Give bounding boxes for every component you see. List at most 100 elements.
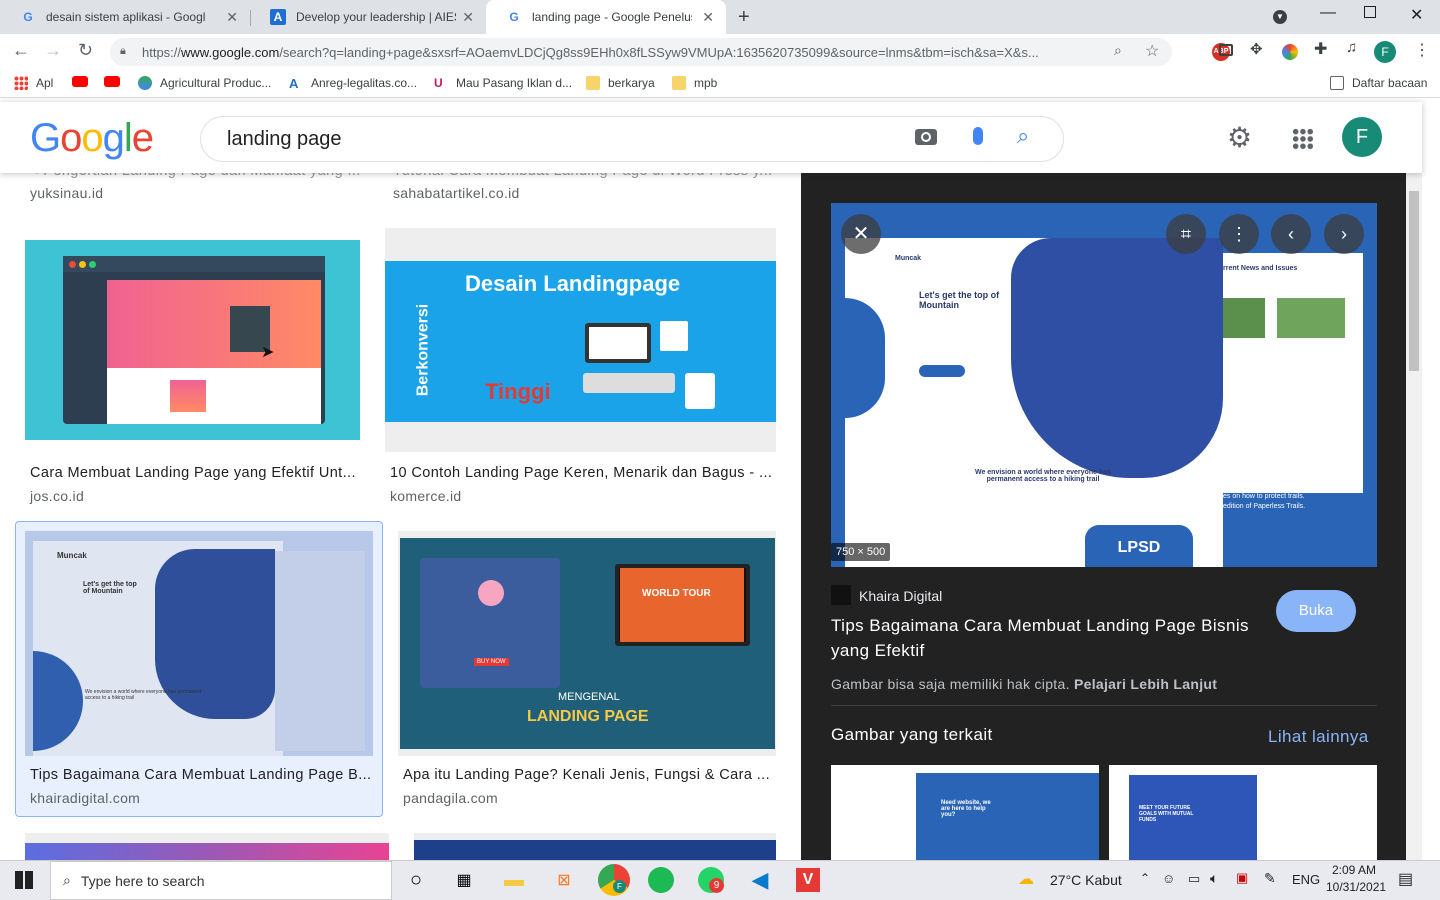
close-tab-icon[interactable]: ✕: [226, 9, 238, 26]
battery-icon[interactable]: ▭: [1188, 871, 1200, 887]
tab-aiesec[interactable]: A Develop your leadership | AIESEC ✕: [250, 0, 486, 34]
bookmark-iklan[interactable]: U Mau Pasang Iklan d...: [434, 76, 572, 90]
result-image-khaira[interactable]: Muncak Let's get the top of Mountain We …: [25, 531, 373, 756]
preview-image[interactable]: Muncak Let's get the top of Mountain We …: [831, 203, 1377, 567]
file-explorer-icon[interactable]: ▬: [500, 866, 528, 894]
task-view-icon[interactable]: ▦: [450, 866, 478, 894]
notification-app-icon[interactable]: ▣: [1236, 870, 1248, 886]
color-extension-icon[interactable]: [1282, 44, 1298, 60]
reload-icon[interactable]: ↻: [78, 40, 93, 61]
scrollbar[interactable]: [1406, 173, 1422, 860]
people-icon[interactable]: ☺: [1162, 871, 1175, 886]
apps-grid-icon[interactable]: [1292, 128, 1314, 150]
result-source[interactable]: yuksinau.id: [30, 185, 103, 201]
minimize-button[interactable]: —: [1320, 4, 1336, 22]
cast-icon[interactable]: [1219, 44, 1233, 56]
bookmark-youtube-2[interactable]: [104, 76, 128, 87]
vivaldi-icon[interactable]: V: [796, 868, 820, 892]
account-avatar[interactable]: F: [1342, 117, 1382, 157]
settings-gear-icon[interactable]: ⚙: [1227, 121, 1252, 154]
close-tab-icon[interactable]: ✕: [462, 9, 474, 26]
close-panel-button[interactable]: ✕: [841, 214, 881, 254]
search-icon[interactable]: ⌕: [1017, 123, 1029, 149]
related-image-2[interactable]: MEET YOUR FUTURE GOALS WITH MUTUAL FUNDS: [1109, 765, 1377, 860]
image-title[interactable]: Tips Bagaimana Cara Membuat Landing Page…: [831, 613, 1251, 663]
related-image-1[interactable]: Need website, we are here to help you?: [831, 765, 1099, 860]
profile-avatar[interactable]: F: [1374, 41, 1396, 63]
result-source[interactable]: pandagila.com: [403, 790, 498, 806]
search-input[interactable]: landing page: [227, 128, 342, 151]
address-bar[interactable]: https://www.google.com/search?q=landing+…: [110, 38, 1172, 66]
search-box[interactable]: landing page ⌕: [200, 116, 1064, 162]
cortana-icon[interactable]: ○: [402, 866, 430, 894]
thumb-text: Let's get the top of Mountain: [83, 581, 137, 595]
bookmark-folder-berkarya[interactable]: berkarya: [586, 76, 655, 90]
learn-more-link[interactable]: Pelajari Lebih Lanjut: [1074, 676, 1217, 692]
weather-text[interactable]: 27°C Kabut: [1050, 872, 1122, 888]
result-source[interactable]: sahabatartikel.co.id: [393, 185, 520, 201]
bookmark-agricultural[interactable]: Agricultural Produc...: [138, 76, 271, 90]
visit-button[interactable]: Buka: [1276, 590, 1356, 632]
result-title[interactable]: 10 Contoh Landing Page Keren, Menarik da…: [390, 465, 772, 481]
pen-icon[interactable]: ✎: [1264, 870, 1276, 887]
extension-icon[interactable]: ✥: [1250, 40, 1263, 58]
reading-list[interactable]: Daftar bacaan: [1330, 76, 1427, 90]
bookmark-anreg[interactable]: A Anreg-legalitas.co...: [289, 76, 417, 91]
menu-icon[interactable]: ⋮: [1414, 40, 1430, 60]
result-source[interactable]: komerce.id: [390, 488, 461, 504]
show-hidden-icons[interactable]: ⌃: [1140, 871, 1150, 885]
result-source[interactable]: khairadigital.com: [30, 790, 140, 806]
clock-date[interactable]: 10/31/2021: [1326, 880, 1386, 894]
zoom-icon[interactable]: ⌕: [1114, 42, 1122, 59]
vscode-icon[interactable]: ◀: [746, 866, 774, 894]
see-more-link[interactable]: Lihat lainnya: [1268, 727, 1369, 747]
xampp-icon[interactable]: ⊠: [550, 866, 578, 894]
weather-icon[interactable]: ☁: [1018, 869, 1034, 889]
result-image-jos[interactable]: ➤: [25, 240, 360, 440]
microphone-icon[interactable]: [973, 127, 983, 145]
action-center-icon[interactable]: ▤: [1398, 869, 1413, 889]
bookmark-youtube-1[interactable]: [72, 76, 96, 87]
tab-title: Develop your leadership | AIESEC: [296, 10, 456, 24]
input-language[interactable]: ENG: [1292, 872, 1320, 887]
bookmark-folder-mpb[interactable]: mpb: [672, 76, 717, 90]
tab-landing-page[interactable]: G landing page - Google Penelusur ✕: [486, 0, 726, 34]
clock-time[interactable]: 2:09 AM: [1332, 863, 1376, 877]
result-image-partial[interactable]: [414, 840, 776, 860]
google-favicon-icon: G: [23, 10, 33, 24]
tab-desain[interactable]: G desain sistem aplikasi - Google Pe ✕: [0, 0, 250, 34]
tab-search-icon[interactable]: ▼: [1273, 10, 1287, 24]
close-tab-icon[interactable]: ✕: [702, 9, 714, 26]
previous-image-icon[interactable]: ‹: [1271, 214, 1311, 254]
new-tab-button[interactable]: +: [738, 6, 750, 29]
camera-icon[interactable]: [915, 129, 937, 145]
result-image-komerce[interactable]: Desain Landingpage Berkonversi Tinggi: [385, 261, 776, 422]
taskbar-search[interactable]: ⌕ Type here to search: [50, 861, 392, 900]
puzzle-icon[interactable]: ✚: [1314, 39, 1327, 59]
result-title[interactable]: Apa itu Landing Page? Kenali Jenis, Fung…: [403, 767, 770, 783]
result-image-pandagila[interactable]: BUY NOW WORLD TOUR MENGENAL LANDING PAGE: [400, 538, 775, 749]
restore-button[interactable]: [1364, 6, 1376, 18]
result-title[interactable]: Cara Membuat Landing Page yang Efektif U…: [30, 465, 356, 481]
search-icon: ⌕: [63, 872, 71, 888]
google-logo[interactable]: Google: [30, 116, 154, 161]
volume-icon[interactable]: 🔈︎: [1210, 870, 1218, 887]
close-window-button[interactable]: ✕: [1410, 5, 1423, 25]
media-icon[interactable]: ♫: [1346, 39, 1357, 56]
site-name[interactable]: Khaira Digital: [859, 588, 942, 604]
scrollbar-thumb[interactable]: [1409, 191, 1419, 371]
result-title[interactable]: Tips Bagaimana Cara Membuat Landing Page…: [30, 767, 371, 783]
more-options-icon[interactable]: ⋮: [1219, 214, 1259, 254]
forward-icon[interactable]: →: [44, 40, 62, 61]
windows-start-icon[interactable]: [15, 871, 33, 889]
result-source[interactable]: jos.co.id: [30, 488, 84, 504]
lock-icon[interactable]: 🔒︎: [120, 45, 126, 58]
lens-icon[interactable]: ⌗: [1166, 214, 1206, 254]
next-image-icon[interactable]: ›: [1324, 214, 1364, 254]
back-icon[interactable]: ←: [12, 40, 30, 61]
bookmark-apps[interactable]: Apl: [14, 76, 53, 90]
spotify-icon[interactable]: [648, 867, 674, 893]
bookmark-star-icon[interactable]: ☆: [1145, 41, 1159, 61]
result-image-partial[interactable]: [25, 843, 389, 860]
thumb-text: WORLD TOUR: [642, 588, 711, 599]
